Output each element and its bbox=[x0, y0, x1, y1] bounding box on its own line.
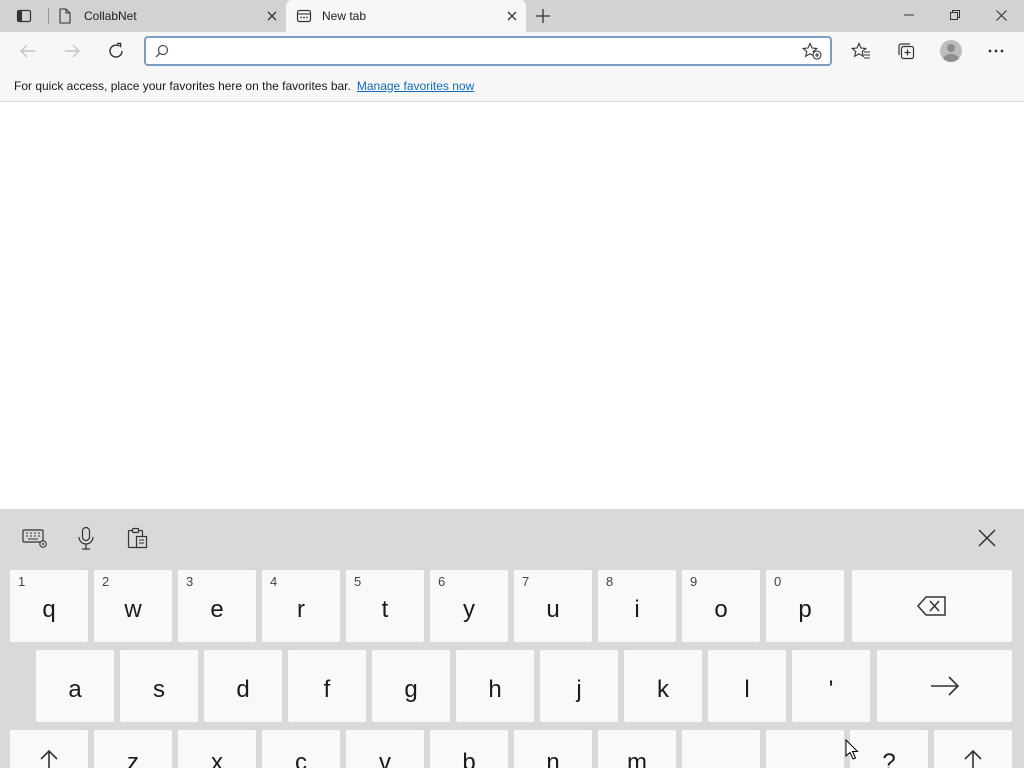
favorites-icon bbox=[850, 42, 870, 59]
close-tab-icon[interactable] bbox=[498, 2, 526, 30]
key-q[interactable]: 1q bbox=[10, 570, 88, 642]
collections-icon bbox=[897, 43, 914, 60]
key-c[interactable]: c bbox=[262, 730, 340, 768]
settings-more-button[interactable] bbox=[973, 32, 1018, 70]
microphone-icon bbox=[78, 526, 94, 550]
close-window-button[interactable] bbox=[978, 0, 1024, 30]
more-icon bbox=[988, 49, 1003, 53]
tab-title: New tab bbox=[322, 9, 367, 23]
key-k[interactable]: k bbox=[624, 650, 702, 722]
browser-toolbar bbox=[0, 32, 1024, 70]
minimize-button[interactable] bbox=[886, 0, 932, 30]
close-keyboard-button[interactable] bbox=[972, 523, 1002, 553]
page-icon bbox=[58, 8, 74, 24]
favorites-bar: For quick access, place your favorites h… bbox=[0, 70, 1024, 102]
key-j[interactable]: j bbox=[540, 650, 618, 722]
address-input[interactable] bbox=[178, 39, 794, 63]
back-button[interactable] bbox=[6, 32, 50, 70]
key-y[interactable]: 6y bbox=[430, 570, 508, 642]
shift-icon bbox=[40, 749, 58, 768]
tab-strip: CollabNet New tab bbox=[0, 0, 1024, 32]
favorites-bar-message: For quick access, place your favorites h… bbox=[14, 78, 351, 93]
clipboard-icon bbox=[127, 527, 148, 549]
key-g[interactable]: g bbox=[372, 650, 450, 722]
newtab-icon bbox=[296, 8, 312, 24]
window-controls bbox=[886, 0, 1024, 32]
touch-keyboard: 1q 2w 3e 4r 5t 6y 7u 8i 9o 0p a s d f g … bbox=[0, 509, 1024, 768]
keyboard-toolbar bbox=[0, 509, 1024, 567]
plus-icon bbox=[536, 9, 550, 23]
key-f[interactable]: f bbox=[288, 650, 366, 722]
restore-icon bbox=[950, 10, 960, 20]
key-u[interactable]: 7u bbox=[514, 570, 592, 642]
tab-collabnet[interactable]: CollabNet bbox=[48, 0, 286, 32]
key-a[interactable]: a bbox=[36, 650, 114, 722]
minimize-icon bbox=[904, 14, 914, 16]
key-question[interactable]: ? bbox=[850, 730, 928, 768]
add-favorite-icon[interactable] bbox=[794, 42, 830, 60]
forward-arrow-icon bbox=[65, 44, 80, 58]
key-enter[interactable] bbox=[877, 650, 1012, 722]
key-x[interactable]: x bbox=[178, 730, 256, 768]
key-h[interactable]: h bbox=[456, 650, 534, 722]
profile-button[interactable] bbox=[928, 32, 973, 70]
key-o[interactable]: 9o bbox=[682, 570, 760, 642]
keyboard-settings-icon bbox=[22, 529, 47, 548]
key-w[interactable]: 2w bbox=[94, 570, 172, 642]
manage-favorites-link[interactable]: Manage favorites now bbox=[357, 79, 474, 93]
tab-new-tab[interactable]: New tab bbox=[286, 0, 526, 32]
key-s[interactable]: s bbox=[120, 650, 198, 722]
key-m[interactable]: m bbox=[598, 730, 676, 768]
key-shift-right[interactable] bbox=[934, 730, 1012, 768]
mouse-cursor-icon bbox=[845, 739, 859, 760]
key-b[interactable]: b bbox=[430, 730, 508, 768]
key-shift-left[interactable] bbox=[10, 730, 88, 768]
key-t[interactable]: 5t bbox=[346, 570, 424, 642]
shift-icon bbox=[964, 749, 982, 768]
key-d[interactable]: d bbox=[204, 650, 282, 722]
key-n[interactable]: n bbox=[514, 730, 592, 768]
restore-button[interactable] bbox=[932, 0, 978, 30]
key-p[interactable]: 0p bbox=[766, 570, 844, 642]
back-arrow-icon bbox=[20, 44, 35, 58]
favorites-button[interactable] bbox=[838, 32, 883, 70]
avatar bbox=[939, 40, 962, 62]
key-l[interactable]: l bbox=[708, 650, 786, 722]
toolbar-right bbox=[838, 32, 1018, 70]
key-backspace[interactable] bbox=[852, 570, 1012, 642]
page-content bbox=[0, 103, 1024, 509]
backspace-icon bbox=[917, 596, 946, 616]
collections-button[interactable] bbox=[883, 32, 928, 70]
key-z[interactable]: z bbox=[94, 730, 172, 768]
search-icon bbox=[146, 44, 178, 58]
close-tab-icon[interactable] bbox=[258, 2, 286, 30]
key-v[interactable]: v bbox=[346, 730, 424, 768]
keyboard-settings-button[interactable] bbox=[20, 523, 50, 553]
key-comma[interactable] bbox=[682, 730, 760, 768]
close-icon bbox=[978, 529, 996, 547]
key-apostrophe[interactable]: ' bbox=[792, 650, 870, 722]
refresh-icon bbox=[109, 42, 123, 58]
tab-actions-button[interactable] bbox=[0, 0, 48, 32]
key-r[interactable]: 4r bbox=[262, 570, 340, 642]
refresh-button[interactable] bbox=[94, 32, 138, 70]
close-icon bbox=[995, 9, 1007, 21]
tab-actions-icon bbox=[16, 9, 32, 23]
forward-button[interactable] bbox=[50, 32, 94, 70]
clipboard-button[interactable] bbox=[122, 523, 152, 553]
enter-arrow-icon bbox=[930, 676, 959, 696]
key-period[interactable] bbox=[766, 730, 844, 768]
tab-title: CollabNet bbox=[84, 9, 137, 23]
key-i[interactable]: 8i bbox=[598, 570, 676, 642]
new-tab-button[interactable] bbox=[526, 0, 560, 32]
key-e[interactable]: 3e bbox=[178, 570, 256, 642]
address-bar[interactable] bbox=[144, 36, 832, 66]
voice-typing-button[interactable] bbox=[71, 523, 101, 553]
